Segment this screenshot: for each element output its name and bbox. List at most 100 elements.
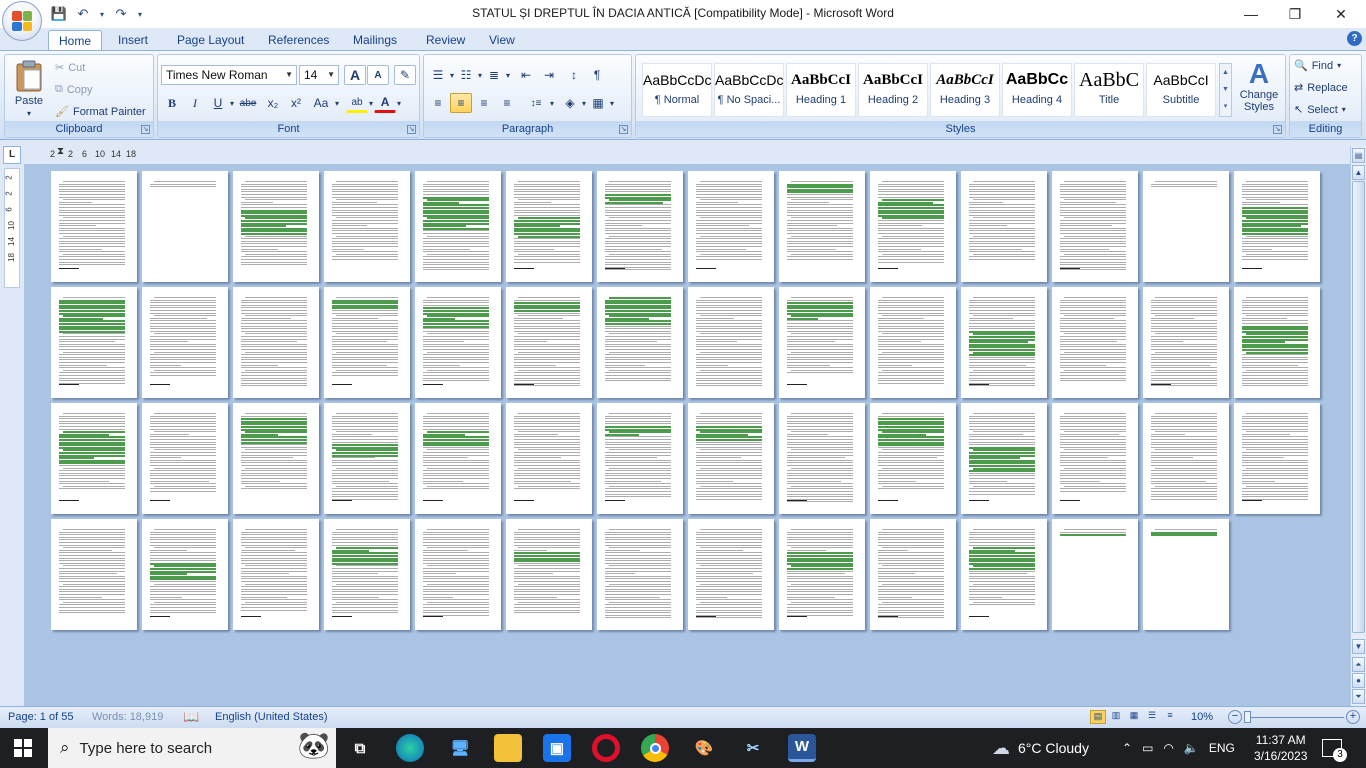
page-thumbnail[interactable] bbox=[51, 287, 137, 398]
page-thumbnail[interactable] bbox=[415, 171, 501, 282]
battery-icon[interactable]: ▭ bbox=[1142, 741, 1153, 755]
page-thumbnail[interactable] bbox=[324, 403, 410, 514]
zoom-in-icon[interactable]: + bbox=[1346, 710, 1360, 724]
page-thumbnail[interactable] bbox=[1052, 287, 1138, 398]
page-thumbnail[interactable] bbox=[1143, 403, 1229, 514]
page-thumbnail[interactable] bbox=[961, 171, 1047, 282]
word-count[interactable]: Words: 18,919 bbox=[92, 711, 163, 723]
page-thumbnail[interactable] bbox=[233, 287, 319, 398]
snipping-tool-icon[interactable]: ✂ bbox=[739, 734, 767, 762]
page-thumbnail[interactable] bbox=[506, 519, 592, 630]
bullets-button[interactable]: ☰ bbox=[427, 65, 449, 85]
tab-mailings[interactable]: Mailings bbox=[343, 30, 407, 50]
styles-launcher-icon[interactable]: ↘ bbox=[1273, 125, 1282, 134]
numbering-button[interactable]: ☷ bbox=[455, 65, 477, 85]
bullets-dropdown-icon[interactable]: ▾ bbox=[450, 71, 454, 80]
highlight-button[interactable]: ab bbox=[346, 93, 369, 113]
web-layout-icon[interactable]: ▦ bbox=[1126, 710, 1142, 724]
document-area[interactable] bbox=[24, 164, 1350, 706]
page-thumbnail[interactable] bbox=[688, 519, 774, 630]
minimize-button[interactable]: — bbox=[1228, 0, 1274, 28]
font-color-button[interactable]: A bbox=[374, 93, 397, 113]
shading-dropdown-icon[interactable]: ▾ bbox=[582, 99, 586, 108]
page-thumbnail[interactable] bbox=[779, 519, 865, 630]
speaker-icon[interactable]: 🔈 bbox=[1184, 741, 1199, 755]
increase-indent-button[interactable]: ⇥ bbox=[538, 65, 560, 85]
horizontal-ruler[interactable]: 2 ⧗ 2 6 10 14 18 bbox=[48, 146, 140, 162]
previous-page-icon[interactable]: ⏶ bbox=[1352, 657, 1365, 672]
scroll-down-icon[interactable]: ▼ bbox=[1352, 639, 1365, 654]
paste-dropdown-icon[interactable]: ▾ bbox=[27, 109, 31, 118]
page-thumbnail[interactable] bbox=[415, 287, 501, 398]
page-thumbnail[interactable] bbox=[597, 287, 683, 398]
zoom-out-icon[interactable]: − bbox=[1228, 710, 1242, 724]
page-thumbnail[interactable] bbox=[142, 171, 228, 282]
tab-page-layout[interactable]: Page Layout bbox=[167, 30, 254, 50]
office-button[interactable] bbox=[2, 1, 42, 41]
page-thumbnail[interactable] bbox=[1143, 287, 1229, 398]
styles-scroll-buttons[interactable]: ▲ ▼ ▾ bbox=[1219, 63, 1232, 117]
page-thumbnail[interactable] bbox=[415, 519, 501, 630]
page-thumbnail[interactable] bbox=[1234, 403, 1320, 514]
page-thumbnail[interactable] bbox=[324, 171, 410, 282]
page-thumbnail[interactable] bbox=[506, 403, 592, 514]
notifications-button[interactable]: 3 bbox=[1322, 728, 1347, 768]
chevron-up-icon[interactable]: ⌃ bbox=[1122, 741, 1132, 755]
file-explorer-icon[interactable] bbox=[494, 734, 522, 762]
page-thumbnail[interactable] bbox=[506, 287, 592, 398]
page-thumbnail[interactable] bbox=[1052, 403, 1138, 514]
page-thumbnail[interactable] bbox=[142, 519, 228, 630]
underline-button[interactable]: U bbox=[207, 93, 229, 113]
page-thumbnail[interactable] bbox=[688, 287, 774, 398]
page-thumbnail[interactable] bbox=[142, 403, 228, 514]
subscript-button[interactable]: x₂ bbox=[262, 93, 284, 113]
select-browse-object-icon[interactable]: ● bbox=[1352, 673, 1365, 688]
page-thumbnail[interactable] bbox=[597, 519, 683, 630]
page-thumbnail[interactable] bbox=[142, 287, 228, 398]
close-button[interactable]: ✕ bbox=[1318, 0, 1364, 28]
multilevel-list-button[interactable]: ≣ bbox=[483, 65, 505, 85]
style-heading-2[interactable]: AaBbCcI Heading 2 bbox=[858, 63, 928, 117]
page-thumbnail[interactable] bbox=[1143, 171, 1229, 282]
font-size-combo[interactable]: 14 ▼ bbox=[299, 65, 339, 85]
justify-button[interactable]: ≡ bbox=[496, 93, 518, 113]
page-thumbnail[interactable] bbox=[597, 403, 683, 514]
superscript-button[interactable]: x² bbox=[285, 93, 307, 113]
scroll-up-icon[interactable]: ▲ bbox=[1352, 165, 1365, 180]
style-heading-3[interactable]: AaBbCcI Heading 3 bbox=[930, 63, 1000, 117]
paragraph-launcher-icon[interactable]: ↘ bbox=[619, 125, 628, 134]
bold-button[interactable]: B bbox=[161, 93, 183, 113]
opera-browser-icon[interactable] bbox=[592, 734, 620, 762]
clock[interactable]: 11:37 AM 3/16/2023 bbox=[1254, 728, 1307, 768]
draft-icon[interactable]: ≡ bbox=[1162, 710, 1178, 724]
borders-dropdown-icon[interactable]: ▾ bbox=[610, 99, 614, 108]
clipboard-launcher-icon[interactable]: ↘ bbox=[141, 125, 150, 134]
page-thumbnail[interactable] bbox=[870, 519, 956, 630]
next-page-icon[interactable]: ⏷ bbox=[1352, 689, 1365, 704]
print-layout-icon[interactable]: ▤ bbox=[1090, 710, 1106, 724]
decrease-indent-button[interactable]: ⇤ bbox=[515, 65, 537, 85]
chrome-browser-icon[interactable] bbox=[641, 734, 669, 762]
page-thumbnail[interactable] bbox=[1052, 171, 1138, 282]
italic-button[interactable]: I bbox=[184, 93, 206, 113]
tab-review[interactable]: Review bbox=[416, 30, 475, 50]
indent-marker-icon[interactable]: ⧗ bbox=[57, 144, 64, 160]
page-thumbnail[interactable] bbox=[506, 171, 592, 282]
page-thumbnail[interactable] bbox=[233, 171, 319, 282]
style-heading-4[interactable]: AaBbCc Heading 4 bbox=[1002, 63, 1072, 117]
page-thumbnail[interactable] bbox=[870, 171, 956, 282]
sort-button[interactable]: ↕ bbox=[563, 65, 585, 85]
center-button[interactable]: ≡ bbox=[450, 93, 472, 113]
highlight-dropdown-icon[interactable]: ▾ bbox=[369, 99, 373, 108]
page-thumbnail[interactable] bbox=[779, 287, 865, 398]
page-thumbnail[interactable] bbox=[961, 519, 1047, 630]
this-pc-icon[interactable]: 🖥 bbox=[446, 734, 474, 762]
shading-button[interactable]: ◈ bbox=[559, 93, 581, 113]
ruler-toggle-icon[interactable]: ▤ bbox=[1352, 148, 1365, 163]
change-case-button[interactable]: Aa bbox=[308, 93, 334, 113]
change-case-dropdown-icon[interactable]: ▾ bbox=[335, 99, 339, 108]
page-thumbnail[interactable] bbox=[233, 403, 319, 514]
microsoft-store-icon[interactable]: ▣ bbox=[543, 734, 571, 762]
select-button[interactable]: ↖ Select ▾ bbox=[1294, 103, 1346, 117]
page-thumbnail[interactable] bbox=[51, 519, 137, 630]
